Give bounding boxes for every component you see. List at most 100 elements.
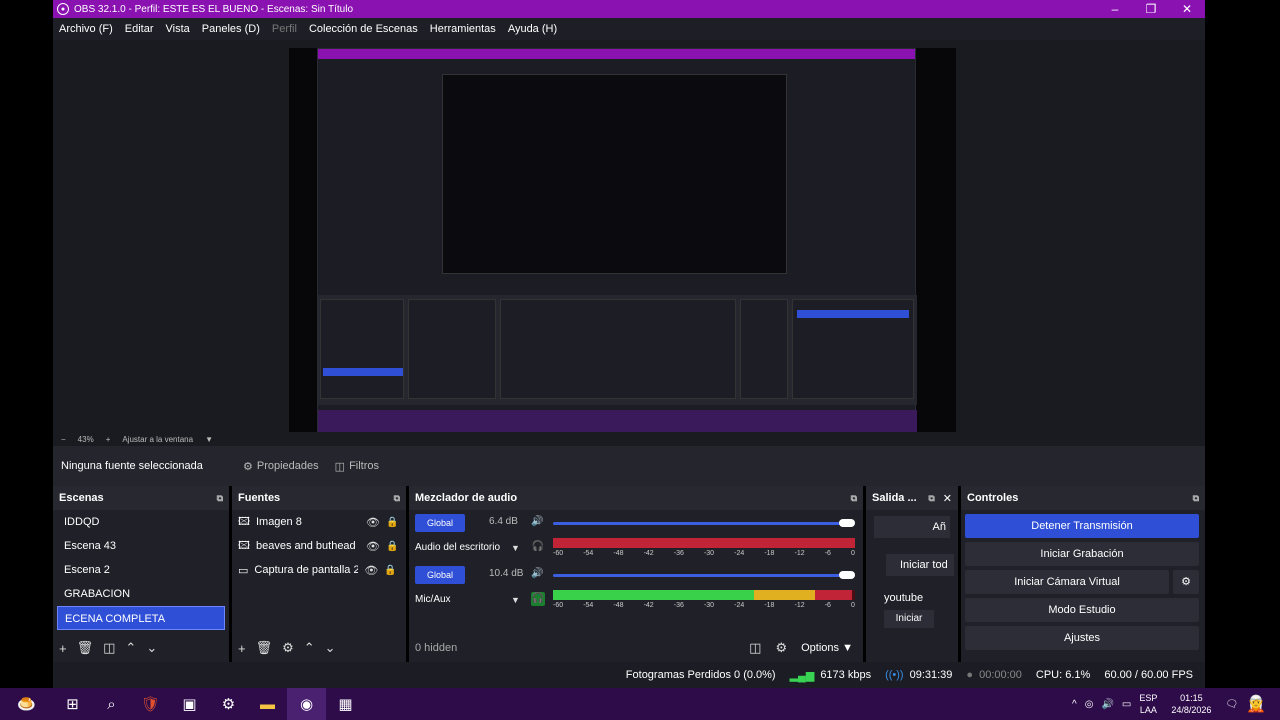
scene-item[interactable]: IDDQD	[57, 510, 225, 534]
lock-icon[interactable]: 🔒	[384, 565, 396, 576]
move-down-icon[interactable]: ⌄	[325, 640, 336, 656]
start-output-label: Iniciar	[895, 613, 923, 624]
chevron-up-icon[interactable]: ^	[1072, 699, 1077, 710]
eye-icon[interactable]: 👁	[366, 516, 380, 529]
properties-button[interactable]: ⚙ Propiedades	[237, 456, 325, 477]
restore-icon[interactable]: ❐	[1133, 2, 1169, 16]
move-up-icon[interactable]: ⌃	[125, 640, 136, 656]
image-icon: 🖾	[238, 515, 250, 528]
start-recording-button[interactable]: Iniciar Grabación	[965, 542, 1199, 566]
undock-icon[interactable]: ⧉	[394, 493, 400, 504]
trash-icon[interactable]: 🗑	[256, 640, 273, 656]
preview-canvas[interactable]	[289, 48, 956, 433]
move-up-icon[interactable]: ⌃	[304, 640, 315, 656]
layout-icon[interactable]: ◫	[749, 640, 761, 656]
menu-paneles[interactable]: Paneles (D)	[202, 23, 260, 35]
close-icon[interactable]: ✕	[1169, 2, 1205, 16]
volume-slider-handle[interactable]	[839, 519, 855, 527]
pudding-mascot-icon: 🍮	[17, 696, 36, 713]
global-button[interactable]: Global	[415, 566, 465, 584]
scenes-header: Escenas ⧉	[53, 486, 229, 510]
speaker-icon[interactable]: 🔊	[531, 568, 543, 579]
speaker-icon[interactable]: 🔊	[531, 516, 543, 527]
close-icon[interactable]: ✕	[943, 492, 952, 505]
game-icon[interactable]: ▦	[326, 688, 365, 720]
source-item[interactable]: 🖾 Imagen 8 👁 🔒	[232, 510, 406, 534]
chevron-down-icon[interactable]: ▼	[511, 543, 520, 553]
obs-taskbar-icon[interactable]: ◉	[287, 688, 326, 720]
headphones-icon[interactable]: 🎧	[531, 592, 545, 606]
source-item[interactable]: 🖾 beaves and buthead 👁 🔒	[232, 534, 406, 558]
preview-area[interactable]	[53, 40, 1205, 433]
brave-browser-icon[interactable]: 🛡	[131, 688, 170, 720]
start-all-button[interactable]: Iniciar tod	[886, 554, 954, 576]
scene-item[interactable]: GRABACION	[57, 582, 225, 606]
filters-icon[interactable]: ◫	[103, 640, 115, 656]
lock-icon[interactable]: 🔒	[386, 517, 398, 528]
volume-slider[interactable]	[553, 574, 855, 577]
global-button[interactable]: Global	[415, 514, 465, 532]
network-icon[interactable]: ▭	[1122, 699, 1131, 710]
undock-icon[interactable]: ⧉	[217, 493, 223, 504]
gear-icon[interactable]: ⚙	[282, 640, 294, 656]
volume-slider-handle[interactable]	[839, 571, 855, 579]
chevron-down-icon[interactable]: ▼	[205, 435, 213, 444]
gear-icon[interactable]: ⚙	[775, 640, 787, 656]
menu-perfil[interactable]: Perfil	[272, 23, 297, 35]
nested-preview	[442, 74, 787, 274]
menu-archivo[interactable]: Archivo (F)	[59, 23, 113, 35]
menu-editar[interactable]: Editar	[125, 23, 154, 35]
add-output-button[interactable]: Añ	[874, 516, 950, 538]
fit-window-label[interactable]: Ajustar a la ventana	[122, 435, 193, 444]
file-explorer-icon[interactable]: ▬	[248, 688, 287, 720]
add-icon[interactable]: +	[238, 641, 246, 656]
obs-tray-icon[interactable]: ◎	[1085, 699, 1094, 710]
menu-herramientas[interactable]: Herramientas	[430, 23, 496, 35]
source-item[interactable]: ▭ Captura de pantalla 2 👁 🔒	[232, 558, 406, 582]
gear-icon: ⚙	[243, 460, 253, 473]
volume-db: 10.4 dB	[489, 568, 524, 579]
meter-tick-label: -30	[703, 550, 715, 557]
meter-tick-label: -6	[824, 602, 831, 609]
undock-icon[interactable]: ⧉	[928, 493, 934, 504]
menu-vista[interactable]: Vista	[166, 23, 190, 35]
settings-button[interactable]: Ajustes	[965, 626, 1199, 650]
gear-icon[interactable]: ⚙	[1173, 570, 1199, 594]
monitor-off-icon[interactable]: 🎧	[531, 540, 545, 554]
add-icon[interactable]: +	[59, 641, 67, 656]
scene-item-selected[interactable]: ECENA COMPLETA	[57, 606, 225, 630]
eye-icon[interactable]: 👁	[366, 540, 380, 553]
settings-icon[interactable]: ⚙	[209, 688, 248, 720]
start-output-button[interactable]: Iniciar	[884, 610, 934, 628]
app-icon[interactable]: ▣	[170, 688, 209, 720]
audio-meter	[553, 590, 855, 600]
eye-icon[interactable]: 👁	[364, 564, 378, 577]
volume-icon[interactable]: 🔊	[1101, 699, 1113, 710]
menu-coleccion-escenas[interactable]: Colección de Escenas	[309, 23, 418, 35]
minimize-icon[interactable]: –	[1097, 2, 1133, 16]
add-output-label: Añ	[932, 521, 946, 533]
scene-item[interactable]: Escena 2	[57, 558, 225, 582]
search-icon[interactable]: ⌕	[92, 688, 131, 720]
zoom-out-button[interactable]: −	[61, 435, 66, 444]
undock-icon[interactable]: ⧉	[1193, 493, 1199, 504]
stop-streaming-button[interactable]: Detener Transmisión	[965, 514, 1199, 538]
clock[interactable]: 01:15 24/8/2026	[1165, 692, 1217, 716]
language-indicator[interactable]: ESP LAA	[1139, 692, 1157, 716]
volume-slider[interactable]	[553, 522, 855, 525]
undock-icon[interactable]: ⧉	[851, 493, 857, 504]
menu-ayuda[interactable]: Ayuda (H)	[508, 23, 557, 35]
channel-name: Mic/Aux	[415, 594, 451, 605]
chevron-down-icon[interactable]: ▼	[511, 595, 520, 605]
zoom-in-button[interactable]: +	[106, 435, 111, 444]
trash-icon[interactable]: 🗑	[77, 640, 94, 656]
options-button[interactable]: Options ▼	[801, 642, 853, 654]
studio-mode-button[interactable]: Modo Estudio	[965, 598, 1199, 622]
notifications-icon[interactable]: 🗨	[1225, 699, 1238, 710]
lock-icon[interactable]: 🔒	[386, 541, 398, 552]
windows-start-icon[interactable]: ⊞	[53, 688, 92, 720]
filters-button[interactable]: ◫ Filtros	[329, 456, 385, 477]
start-virtual-camera-button[interactable]: Iniciar Cámara Virtual	[965, 570, 1169, 594]
scene-item[interactable]: Escena 43	[57, 534, 225, 558]
move-down-icon[interactable]: ⌄	[146, 640, 157, 656]
